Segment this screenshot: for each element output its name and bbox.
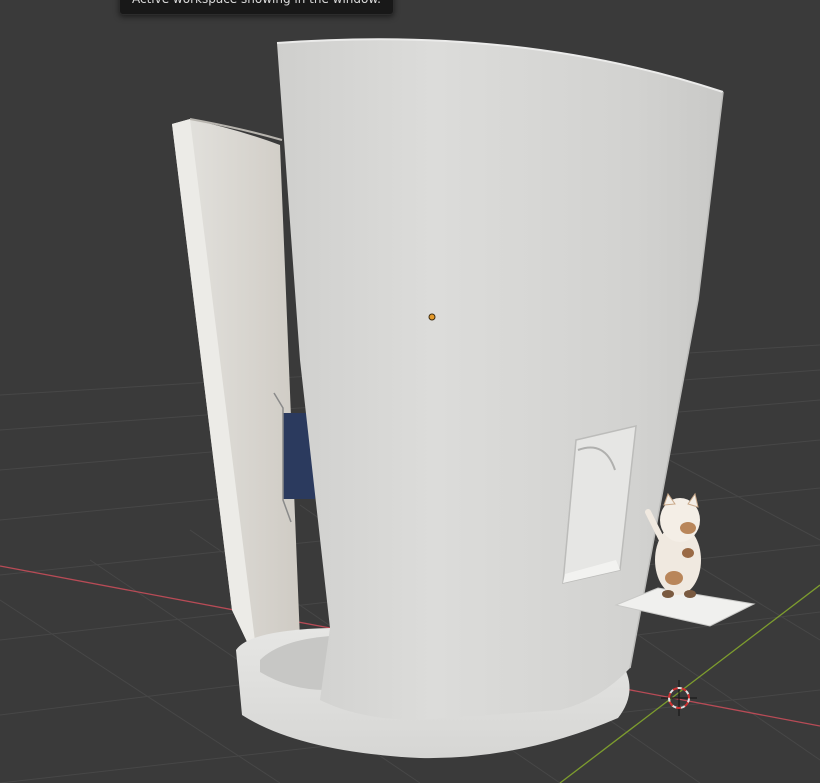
3d-viewport[interactable]: Active workspace showing in the window. <box>0 0 820 783</box>
3d-cursor-icon[interactable] <box>661 680 697 716</box>
viewport-scene[interactable] <box>0 0 820 783</box>
main-wall[interactable] <box>276 38 724 721</box>
object-origin[interactable] <box>428 313 436 321</box>
workspace-tooltip: Active workspace showing in the window. <box>119 0 394 15</box>
